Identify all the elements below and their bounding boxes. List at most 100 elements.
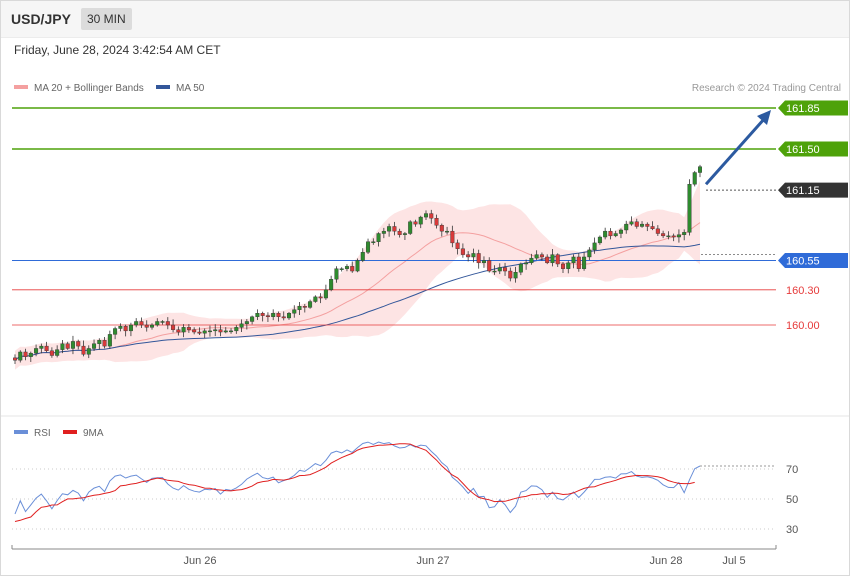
candle bbox=[692, 170, 697, 187]
candle-body bbox=[576, 256, 581, 269]
candle-body bbox=[497, 267, 502, 272]
rsi-tick-30: 30 bbox=[786, 524, 798, 536]
candle-body bbox=[408, 221, 413, 234]
candle-body bbox=[350, 266, 355, 272]
candle-body bbox=[698, 166, 703, 173]
candle-body bbox=[318, 296, 323, 299]
candle bbox=[355, 258, 360, 273]
candle-body bbox=[176, 329, 181, 333]
candle-body bbox=[70, 341, 75, 349]
candle-body bbox=[618, 229, 623, 234]
bollinger-band-area bbox=[15, 180, 700, 370]
price-chart: MA 20 + Bollinger Bands MA 50 Research ©… bbox=[1, 83, 849, 567]
candle bbox=[339, 267, 344, 272]
candle-body bbox=[86, 348, 91, 355]
candle bbox=[698, 164, 703, 178]
candle-body bbox=[634, 221, 639, 227]
candle-body bbox=[287, 313, 292, 319]
candle-body bbox=[661, 233, 666, 237]
candle-body bbox=[323, 289, 328, 299]
candle-body bbox=[476, 253, 481, 264]
candle-body bbox=[292, 309, 297, 314]
candle-body bbox=[113, 328, 118, 335]
candle-body bbox=[608, 230, 613, 237]
legend-label-9ma: 9MA bbox=[83, 428, 104, 439]
candle-body bbox=[276, 313, 281, 317]
candle-body bbox=[455, 242, 460, 249]
candle-body bbox=[555, 254, 560, 265]
level-label-161.50: 161.50 bbox=[786, 144, 820, 156]
candle-body bbox=[297, 306, 302, 310]
candle-body bbox=[371, 241, 376, 243]
candle-body bbox=[503, 267, 508, 272]
x-tick-label: Jun 28 bbox=[649, 555, 682, 567]
candle-body bbox=[613, 233, 618, 237]
candle-body bbox=[666, 235, 671, 238]
candle-body bbox=[44, 345, 49, 352]
candle-body bbox=[107, 334, 112, 347]
candle-body bbox=[603, 230, 608, 238]
candle-body bbox=[250, 316, 255, 322]
x-tick-label: Jun 26 bbox=[183, 555, 216, 567]
x-tick-label: Jul 5 bbox=[722, 555, 745, 567]
candle-body bbox=[97, 340, 102, 344]
candle-body bbox=[650, 226, 655, 230]
candle-body bbox=[65, 343, 70, 349]
candle-body bbox=[223, 330, 228, 333]
candle-body bbox=[566, 262, 571, 269]
candle-body bbox=[234, 327, 239, 332]
credit-label: Research © 2024 Trading Central bbox=[692, 83, 841, 94]
candle-body bbox=[207, 330, 212, 333]
candle-body bbox=[102, 340, 107, 347]
candle-body bbox=[281, 316, 286, 319]
candle-body bbox=[202, 330, 207, 334]
candle bbox=[313, 295, 318, 303]
candle-body bbox=[229, 330, 234, 333]
candle-body bbox=[397, 230, 402, 235]
candle-body bbox=[49, 350, 54, 356]
candle-body bbox=[439, 225, 444, 232]
bollinger-band bbox=[15, 180, 700, 370]
candle-body bbox=[271, 313, 276, 317]
candle-body bbox=[539, 254, 544, 258]
candle-body bbox=[682, 232, 687, 235]
candle-body bbox=[645, 223, 650, 227]
forecast-arrow bbox=[704, 110, 771, 186]
legend-label-ma50: MA 50 bbox=[176, 83, 205, 94]
candle-body bbox=[360, 252, 365, 261]
candle-body bbox=[582, 256, 587, 269]
candle-body bbox=[460, 248, 465, 255]
legend-label-ma20: MA 20 + Bollinger Bands bbox=[34, 83, 144, 94]
candle-body bbox=[471, 253, 476, 258]
candle bbox=[366, 238, 371, 254]
rsi-pane: 70 50 30 bbox=[12, 441, 798, 536]
ma20-legend-swatch bbox=[14, 85, 28, 89]
candle-body bbox=[413, 221, 418, 225]
candle-body bbox=[561, 263, 566, 269]
candle-body bbox=[329, 279, 334, 291]
candle-body bbox=[592, 242, 597, 251]
candle-body bbox=[550, 254, 555, 264]
candle-body bbox=[155, 321, 160, 326]
candle-body bbox=[344, 266, 349, 269]
candle-body bbox=[487, 260, 492, 272]
candle-body bbox=[128, 324, 133, 332]
candle-body bbox=[239, 323, 244, 328]
ma50-legend-swatch bbox=[156, 85, 170, 89]
candle-body bbox=[81, 345, 86, 355]
candle-body bbox=[139, 321, 144, 326]
candle-body bbox=[387, 226, 392, 232]
level-label-161.15: 161.15 bbox=[786, 185, 820, 197]
candle-body bbox=[302, 306, 307, 308]
rsi-tick-50: 50 bbox=[786, 494, 798, 506]
candle-body bbox=[244, 321, 249, 325]
candle-body bbox=[171, 324, 176, 330]
candle-body bbox=[160, 321, 165, 323]
candle-body bbox=[392, 226, 397, 232]
candle-body bbox=[492, 270, 497, 273]
candle bbox=[408, 220, 413, 236]
candle-body bbox=[529, 257, 534, 264]
candle-body bbox=[534, 254, 539, 259]
arrow-shaft bbox=[704, 117, 767, 186]
candle-body bbox=[518, 263, 523, 273]
